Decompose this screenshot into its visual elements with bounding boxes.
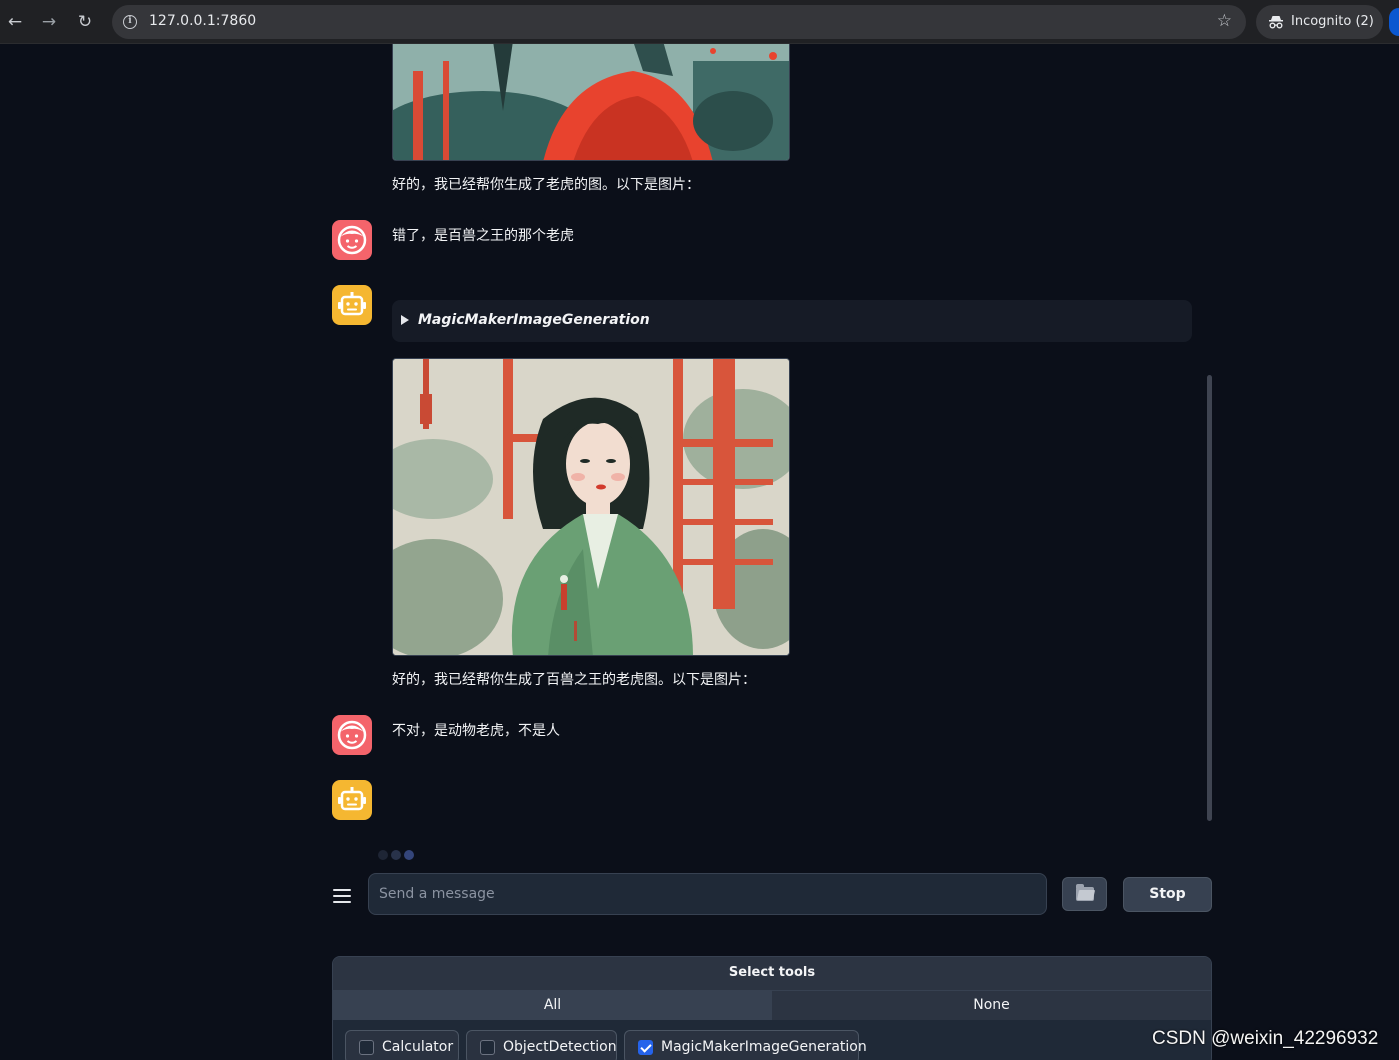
profile-edge[interactable] [1389, 8, 1399, 36]
tool-option-label: ObjectDetection [503, 1039, 617, 1055]
menu-icon[interactable] [333, 889, 351, 905]
incognito-badge[interactable]: Incognito (2) [1256, 5, 1383, 39]
site-info-icon[interactable]: i [123, 15, 137, 29]
generated-image-1-graphic [393, 44, 789, 160]
tools-select-row: All None [333, 990, 1211, 1020]
generated-image-2 [392, 358, 790, 656]
typing-dot [391, 850, 401, 860]
robot-icon [338, 787, 366, 811]
watermark: CSDN @weixin_42296932 [1152, 1028, 1379, 1049]
tool-option-label: MagicMakerImageGeneration [661, 1039, 867, 1055]
folder-icon [1076, 884, 1094, 901]
user-face-icon [337, 720, 367, 750]
upload-file-button[interactable] [1062, 877, 1107, 911]
typing-dot [404, 850, 414, 860]
checkbox-checked[interactable] [638, 1040, 653, 1055]
bot-avatar [332, 780, 372, 820]
tool-option-object-detection[interactable]: ObjectDetection [466, 1030, 617, 1060]
address-bar[interactable]: i 127.0.0.1:7860 ☆ [112, 5, 1246, 39]
robot-icon [338, 292, 366, 316]
select-all-button[interactable]: All [333, 991, 772, 1020]
incognito-label: Incognito (2) [1291, 14, 1374, 29]
chat-scrollbar[interactable] [1207, 375, 1212, 821]
tool-option-calculator[interactable]: Calculator [345, 1030, 459, 1060]
checkbox[interactable] [359, 1040, 374, 1055]
user-message-text: 错了，是百兽之王的那个老虎 [392, 228, 574, 244]
message-input[interactable] [368, 873, 1047, 915]
forward-arrow-icon[interactable]: → [37, 10, 61, 34]
bookmark-star-icon[interactable]: ☆ [1217, 11, 1232, 31]
generated-image-1 [392, 44, 790, 161]
reload-icon[interactable]: ↻ [73, 10, 97, 34]
stop-button[interactable]: Stop [1123, 877, 1212, 912]
assistant-message-text: 好的，我已经帮你生成了老虎的图。以下是图片： [392, 177, 700, 193]
user-face-icon [337, 225, 367, 255]
checkbox[interactable] [480, 1040, 495, 1055]
user-avatar [332, 220, 372, 260]
chat-area: 好的，我已经帮你生成了老虎的图。以下是图片： 错了，是百兽之王的那个老虎 Mag… [0, 44, 1399, 864]
typing-indicator [378, 845, 417, 864]
user-message-text: 不对，是动物老虎，不是人 [392, 723, 560, 739]
incognito-icon [1269, 16, 1283, 29]
user-avatar [332, 715, 372, 755]
typing-dot [378, 850, 388, 860]
browser-toolbar: ← → ↻ i 127.0.0.1:7860 ☆ Incognito (2) [0, 0, 1399, 44]
back-arrow-icon[interactable]: ← [3, 10, 27, 34]
tool-option-magic-maker[interactable]: MagicMakerImageGeneration [624, 1030, 867, 1060]
assistant-message-text: 好的，我已经帮你生成了百兽之王的老虎图。以下是图片： [392, 672, 756, 688]
bot-avatar [332, 285, 372, 325]
expand-triangle-icon[interactable] [401, 315, 409, 325]
generated-image-2-graphic [393, 359, 789, 655]
tool-call-accordion[interactable]: MagicMakerImageGeneration [392, 300, 1192, 342]
tool-option-label: Calculator [382, 1039, 454, 1055]
tools-title: Select tools [333, 957, 1211, 990]
address-url[interactable]: 127.0.0.1:7860 [149, 13, 256, 29]
tool-call-name[interactable]: MagicMakerImageGeneration [418, 312, 650, 328]
tools-panel: Select tools All None Calculator ObjectD… [332, 956, 1212, 1060]
select-none-button[interactable]: None [772, 991, 1211, 1020]
